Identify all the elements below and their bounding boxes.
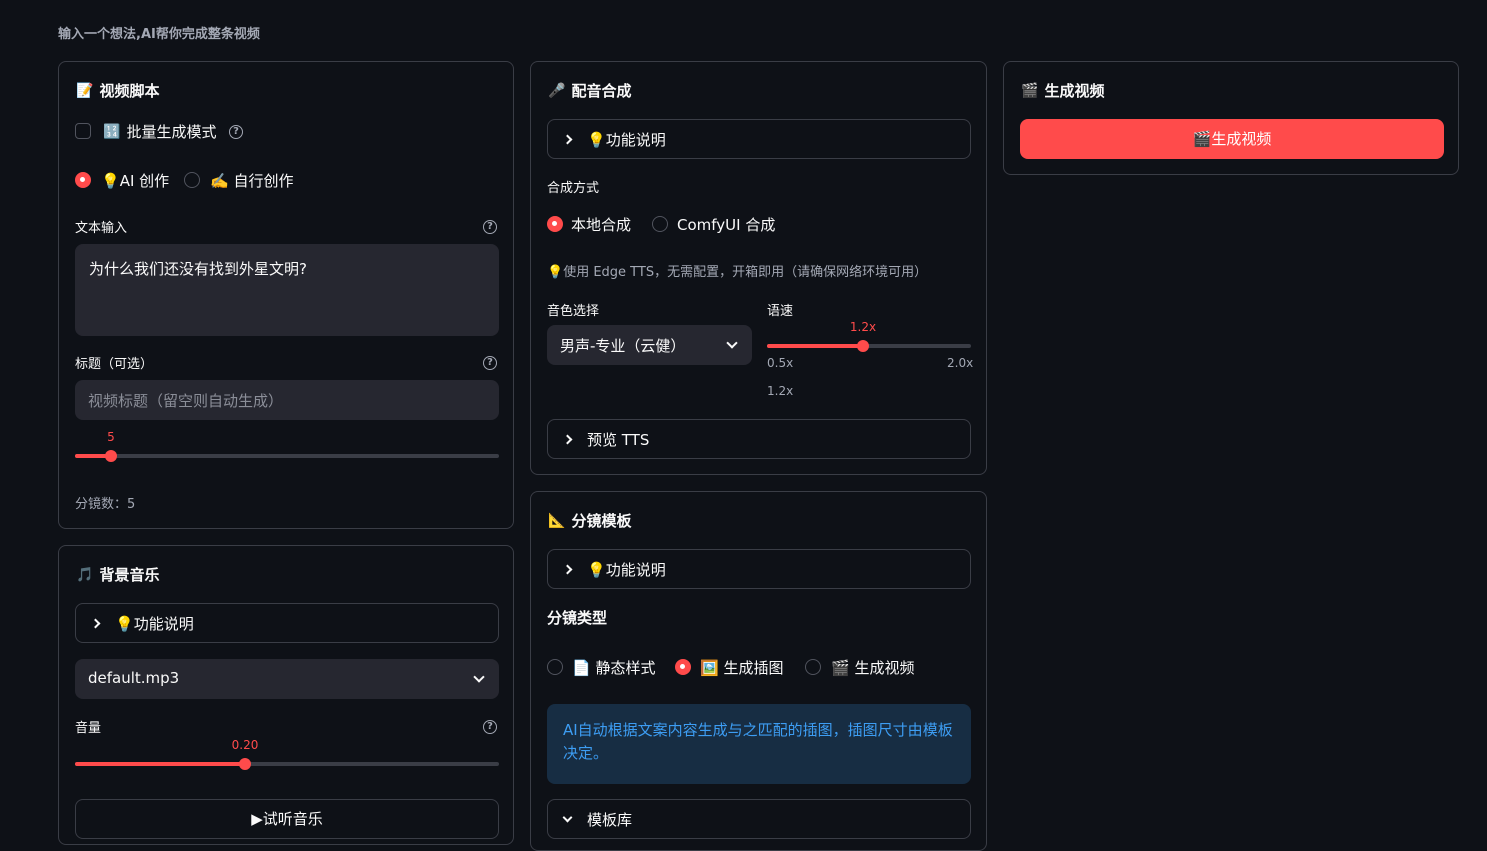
scenes-count-text: 分镜数：5 xyxy=(75,497,136,512)
mode-label-ai: 💡AI 创作 xyxy=(101,172,170,190)
storyboard-type-label: 分镜类型 xyxy=(547,609,608,627)
volume-slider-thumb[interactable] xyxy=(239,758,251,770)
generate-video-button[interactable]: 🎬生成视频 xyxy=(1020,119,1444,159)
title-help-icon[interactable]: ? xyxy=(483,356,497,370)
chevron-down-icon xyxy=(473,671,485,683)
microphone-icon: 🎤 xyxy=(548,82,566,99)
volume-slider-value: 0.20 xyxy=(231,738,259,752)
batch-mode-label: 🔢 批量生成模式 xyxy=(103,123,217,141)
type-label-static: 📄 静态样式 xyxy=(572,659,656,677)
numbers-icon: 🔢 xyxy=(103,123,121,140)
writing-hand-icon: ✍️ xyxy=(210,172,229,190)
chevron-right-icon xyxy=(90,618,101,628)
speed-label: 语速 xyxy=(767,304,794,319)
title-input-label: 标题（可选） xyxy=(75,357,154,372)
type-radio-static[interactable] xyxy=(547,659,563,675)
type-label-illustration: 🖼️ 生成插图 xyxy=(700,659,784,677)
storyboard-info: AI自动根据文案内容生成与之匹配的插图，插图尺寸由模板决定。 xyxy=(547,704,971,784)
chevron-right-icon xyxy=(562,134,573,144)
scenes-slider[interactable] xyxy=(75,450,499,462)
speed-max-label: 2.0x xyxy=(947,356,974,370)
volume-slider[interactable] xyxy=(75,758,499,770)
speed-min-label: 0.5x xyxy=(767,356,794,370)
type-label-video: 🎬 生成视频 xyxy=(831,659,915,677)
speed-slider-fill xyxy=(767,344,863,348)
storyboard-help-expander[interactable]: 💡功能说明 xyxy=(547,549,971,589)
preview-music-button[interactable]: ▶试听音乐 xyxy=(75,799,499,839)
memo-icon: 📝 xyxy=(76,82,94,99)
tts-panel-title: 🎤 配音合成 xyxy=(548,82,632,100)
picture-icon: 🖼️ xyxy=(700,659,719,677)
music-note-icon: 🎵 xyxy=(76,566,94,583)
type-radio-illustration[interactable] xyxy=(675,659,691,675)
chevron-down-icon xyxy=(562,812,573,822)
music-panel: 🎵 背景音乐 💡功能说明 default.mp3 音量 ? 0.20 ▶试听音乐 xyxy=(58,545,514,845)
method-label-comfyui: ComfyUI 合成 xyxy=(677,216,776,234)
script-panel-title: 📝 视频脚本 xyxy=(76,82,160,100)
voice-label: 音色选择 xyxy=(547,304,600,319)
clapper-icon: 🎬 xyxy=(831,659,850,677)
mode-radio-manual[interactable] xyxy=(184,172,200,188)
text-input-area[interactable]: 为什么我们还没有找到外星文明? xyxy=(75,244,499,336)
mode-radio-ai[interactable] xyxy=(75,172,91,188)
speed-current-text: 1.2x xyxy=(767,384,794,398)
music-select[interactable]: default.mp3 xyxy=(75,659,499,699)
bulb-icon: 💡 xyxy=(101,172,120,190)
chevron-down-icon xyxy=(726,337,738,349)
bulb-icon: 💡 xyxy=(587,560,606,579)
synthesis-method-label: 合成方式 xyxy=(547,181,600,196)
template-library-expander[interactable]: 模板库 xyxy=(547,799,971,839)
batch-mode-checkbox[interactable] xyxy=(75,123,91,139)
method-label-local: 本地合成 xyxy=(571,216,632,234)
clapper-icon: 🎬 xyxy=(1021,82,1039,99)
speed-slider[interactable] xyxy=(767,340,971,352)
clapper-icon: 🎬 xyxy=(1192,130,1212,148)
text-input-label: 文本输入 xyxy=(75,221,128,236)
speed-slider-thumb[interactable] xyxy=(857,340,869,352)
tts-preview-expander[interactable]: 预览 TTS xyxy=(547,419,971,459)
title-input[interactable]: 视频标题（留空则自动生成） xyxy=(75,380,499,420)
scenes-slider-value: 5 xyxy=(107,430,115,444)
batch-help-icon[interactable]: ? xyxy=(229,125,243,139)
triangle-ruler-icon: 📐 xyxy=(548,512,566,529)
music-panel-title: 🎵 背景音乐 xyxy=(76,566,160,584)
bulb-icon: 💡 xyxy=(115,614,134,633)
mode-label-manual: ✍️ 自行创作 xyxy=(210,172,294,190)
volume-help-icon[interactable]: ? xyxy=(483,720,497,734)
text-input-help-icon[interactable]: ? xyxy=(483,220,497,234)
music-help-expander[interactable]: 💡功能说明 xyxy=(75,603,499,643)
generate-panel-title: 🎬 生成视频 xyxy=(1021,82,1105,100)
scenes-slider-thumb[interactable] xyxy=(105,450,117,462)
page-subtitle: 输入一个想法,AI帮你完成整条视频 xyxy=(58,27,260,42)
tts-tip: 💡使用 Edge TTS，无需配置，开箱即用（请确保网络环境可用） xyxy=(547,265,928,280)
type-radio-video[interactable] xyxy=(805,659,821,675)
bulb-icon: 💡 xyxy=(587,130,606,149)
storyboard-panel-title: 📐 分镜模板 xyxy=(548,512,632,530)
speed-slider-value: 1.2x xyxy=(849,320,877,334)
chevron-right-icon xyxy=(562,564,573,574)
generate-panel: 🎬 生成视频 🎬生成视频 xyxy=(1003,61,1459,175)
page-icon: 📄 xyxy=(572,659,591,677)
volume-slider-fill xyxy=(75,762,245,766)
volume-label: 音量 xyxy=(75,721,102,736)
tts-help-expander[interactable]: 💡功能说明 xyxy=(547,119,971,159)
voice-select[interactable]: 男声-专业（云健） xyxy=(547,325,752,365)
tts-panel: 🎤 配音合成 💡功能说明 合成方式 本地合成 ComfyUI 合成 💡使用 Ed… xyxy=(530,61,987,475)
method-radio-local[interactable] xyxy=(547,216,563,232)
storyboard-panel: 📐 分镜模板 💡功能说明 分镜类型 📄 静态样式 🖼️ 生成插图 🎬 生成视频 … xyxy=(530,491,987,851)
bulb-icon: 💡 xyxy=(547,265,564,280)
method-radio-comfyui[interactable] xyxy=(652,216,668,232)
script-panel: 📝 视频脚本 🔢 批量生成模式 ? 💡AI 创作 ✍️ 自行创作 文本输入 ? … xyxy=(58,61,514,529)
chevron-right-icon xyxy=(562,434,573,444)
